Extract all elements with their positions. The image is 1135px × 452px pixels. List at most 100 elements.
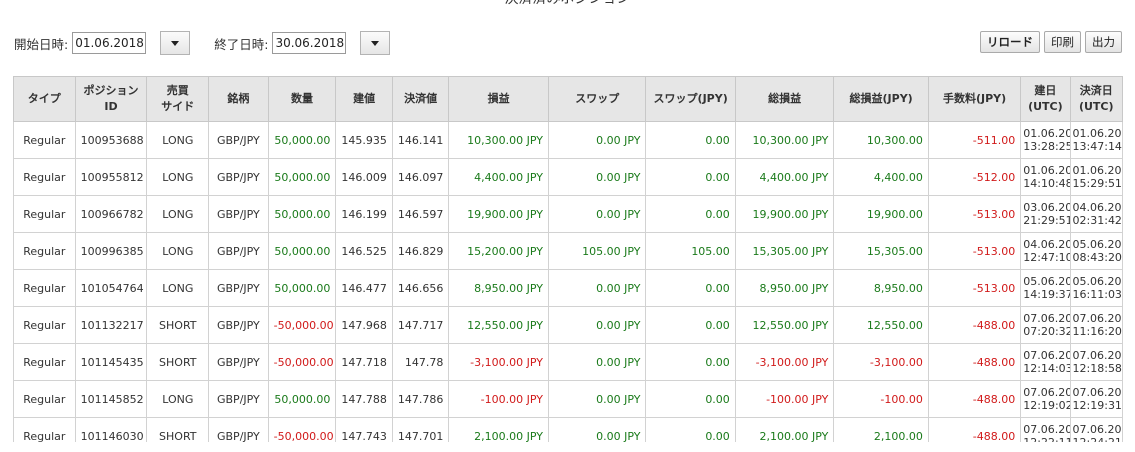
time-part: 13:47:14 bbox=[1072, 140, 1122, 153]
positions-table-container[interactable]: タイプ ポジション ID 売買サイド 銘柄 数量 建値 決済値 損益 スワップ ス… bbox=[13, 76, 1123, 442]
time-part: 14:19:37 bbox=[1023, 288, 1071, 301]
cell-id: 100966782 bbox=[74, 195, 148, 233]
date-part: 01.06.2018 bbox=[1023, 127, 1069, 140]
start-date-field[interactable]: 01.06.2018 bbox=[72, 32, 147, 54]
col-header-total-pnl-jpy[interactable]: 総損益(JPY) bbox=[833, 76, 929, 122]
cell-pnl: 12,550.00 JPY bbox=[448, 306, 549, 344]
cell-total_jpy: 15,305.00 bbox=[833, 232, 929, 270]
cell-type: Regular bbox=[13, 343, 76, 381]
time-part: 08:43:20 bbox=[1072, 251, 1122, 264]
col-header-swap-jpy[interactable]: スワップ(JPY) bbox=[645, 76, 736, 122]
cell-open: 146.199 bbox=[335, 195, 393, 233]
cell-fee: -488.00 bbox=[927, 343, 1022, 381]
cell-swap: 0.00 JPY bbox=[547, 343, 647, 381]
action-buttons: リロード 印刷 出力 bbox=[980, 31, 1122, 53]
cell-fee: -512.00 bbox=[927, 158, 1022, 196]
cell-symbol: GBP/JPY bbox=[208, 306, 269, 344]
cell-close-date: 07.06.201812:18:58 bbox=[1069, 343, 1123, 381]
cell-type: Regular bbox=[13, 121, 76, 159]
cell-id: 100955812 bbox=[74, 158, 148, 196]
cell-total: 8,950.00 JPY bbox=[734, 269, 835, 307]
cell-qty: 50,000.00 bbox=[267, 380, 337, 418]
cell-side: LONG bbox=[146, 195, 210, 233]
date-part: 07.06.2018 bbox=[1023, 386, 1069, 399]
table-row[interactable]: Regular 100953688 LONG GBP/JPY 50,000.00 145.… bbox=[13, 121, 1123, 159]
end-date-dropdown-button[interactable] bbox=[360, 31, 391, 55]
table-row[interactable]: Regular 101054764 LONG GBP/JPY 50,000.00 146.… bbox=[13, 269, 1123, 307]
col-header-open-price[interactable]: 建値 bbox=[335, 76, 393, 122]
col-header-type[interactable]: タイプ bbox=[13, 76, 76, 122]
col-header-total-pnl[interactable]: 総損益 bbox=[734, 76, 835, 122]
end-date-field[interactable]: 30.06.2018 bbox=[272, 32, 347, 54]
table-row[interactable]: Regular 101146030 SHORT GBP/JPY -50,000.00 14… bbox=[13, 417, 1123, 442]
date-part: 07.06.2018 bbox=[1072, 312, 1122, 325]
page-title: 決済済みポジション bbox=[0, 0, 1135, 8]
cell-total: -3,100.00 JPY bbox=[734, 343, 835, 381]
cell-total_jpy: -100.00 bbox=[833, 380, 929, 418]
cell-total_jpy: 2,100.00 bbox=[833, 417, 929, 442]
col-header-close-price[interactable]: 決済値 bbox=[391, 76, 450, 122]
cell-open-date: 03.06.201821:29:51 bbox=[1020, 195, 1071, 233]
col-header-side[interactable]: 売買 サイド bbox=[146, 76, 210, 122]
date-part: 07.06.2018 bbox=[1023, 423, 1069, 436]
cell-total_jpy: 8,950.00 bbox=[833, 269, 929, 307]
cell-close: 146.597 bbox=[391, 195, 450, 233]
header-line: 売買 bbox=[166, 84, 189, 97]
table-row[interactable]: Regular 100996385 LONG GBP/JPY 50,000.00 146.… bbox=[13, 232, 1123, 270]
cell-open-date: 01.06.201814:10:48 bbox=[1020, 158, 1071, 196]
col-header-position-id[interactable]: ポジション ID bbox=[74, 76, 148, 122]
cell-total: 19,900.00 JPY bbox=[734, 195, 835, 233]
cell-close-date: 07.06.201811:16:20 bbox=[1069, 306, 1123, 344]
export-button[interactable]: 出力 bbox=[1085, 31, 1122, 53]
date-filter-bar: 開始日時: 01.06.2018 終了日時: 30.06.2018 bbox=[14, 31, 391, 55]
time-part: 12:19:02 bbox=[1023, 399, 1071, 412]
cell-side: LONG bbox=[146, 232, 210, 270]
cell-fee: -488.00 bbox=[927, 306, 1022, 344]
header-line: ID bbox=[104, 100, 118, 113]
date-part: 07.06.2018 bbox=[1023, 312, 1069, 325]
cell-pnl: 2,100.00 JPY bbox=[448, 417, 549, 442]
table-row[interactable]: Regular 101145852 LONG GBP/JPY 50,000.00 147.… bbox=[13, 380, 1123, 418]
cell-qty: 50,000.00 bbox=[267, 269, 337, 307]
cell-close-date: 04.06.201802:31:42 bbox=[1069, 195, 1123, 233]
table-row[interactable]: Regular 101145435 SHORT GBP/JPY -50,000.00 14… bbox=[13, 343, 1123, 381]
col-header-open-date[interactable]: 建日 (UTC) bbox=[1020, 76, 1071, 122]
cell-total: -100.00 JPY bbox=[734, 380, 835, 418]
col-header-swap[interactable]: スワップ bbox=[547, 76, 647, 122]
col-header-pnl[interactable]: 損益 bbox=[448, 76, 549, 122]
col-header-commission[interactable]: 手数料(JPY) bbox=[927, 76, 1022, 122]
col-header-close-date[interactable]: 決済日 (UTC) bbox=[1069, 76, 1123, 122]
cell-id: 101132217 bbox=[74, 306, 148, 344]
cell-swap: 0.00 JPY bbox=[547, 269, 647, 307]
cell-swap_jpy: 0.00 bbox=[645, 380, 736, 418]
print-button[interactable]: 印刷 bbox=[1044, 31, 1081, 53]
header-line: サイド bbox=[161, 100, 195, 113]
start-date-label: 開始日時: bbox=[14, 36, 69, 52]
table-row[interactable]: Regular 100966782 LONG GBP/JPY 50,000.00 146.… bbox=[13, 195, 1123, 233]
table-row[interactable]: Regular 101132217 SHORT GBP/JPY -50,000.00 14… bbox=[13, 306, 1123, 344]
cell-type: Regular bbox=[13, 195, 76, 233]
cell-close-date: 01.06.201815:29:51 bbox=[1069, 158, 1123, 196]
time-part: 07:20:32 bbox=[1023, 325, 1071, 338]
cell-close: 147.78 bbox=[391, 343, 450, 381]
cell-swap: 0.00 JPY bbox=[547, 380, 647, 418]
date-part: 05.06.2018 bbox=[1023, 275, 1069, 288]
cell-side: SHORT bbox=[146, 343, 210, 381]
cell-fee: -488.00 bbox=[927, 417, 1022, 442]
cell-close: 147.701 bbox=[391, 417, 450, 442]
header-line: (UTC) bbox=[1028, 100, 1063, 113]
cell-open: 146.477 bbox=[335, 269, 393, 307]
cell-side: LONG bbox=[146, 158, 210, 196]
cell-type: Regular bbox=[13, 269, 76, 307]
caret-down-icon bbox=[171, 40, 180, 46]
start-date-dropdown-button[interactable] bbox=[160, 31, 191, 55]
table-row[interactable]: Regular 100955812 LONG GBP/JPY 50,000.00 146.… bbox=[13, 158, 1123, 196]
header-line: 建日 bbox=[1034, 84, 1057, 97]
col-header-symbol[interactable]: 銘柄 bbox=[208, 76, 269, 122]
cell-pnl: -3,100.00 JPY bbox=[448, 343, 549, 381]
cell-qty: 50,000.00 bbox=[267, 232, 337, 270]
time-part: 21:29:51 bbox=[1023, 214, 1071, 227]
reload-button[interactable]: リロード bbox=[980, 31, 1040, 53]
col-header-quantity[interactable]: 数量 bbox=[267, 76, 337, 122]
header-line: (UTC) bbox=[1078, 100, 1114, 113]
